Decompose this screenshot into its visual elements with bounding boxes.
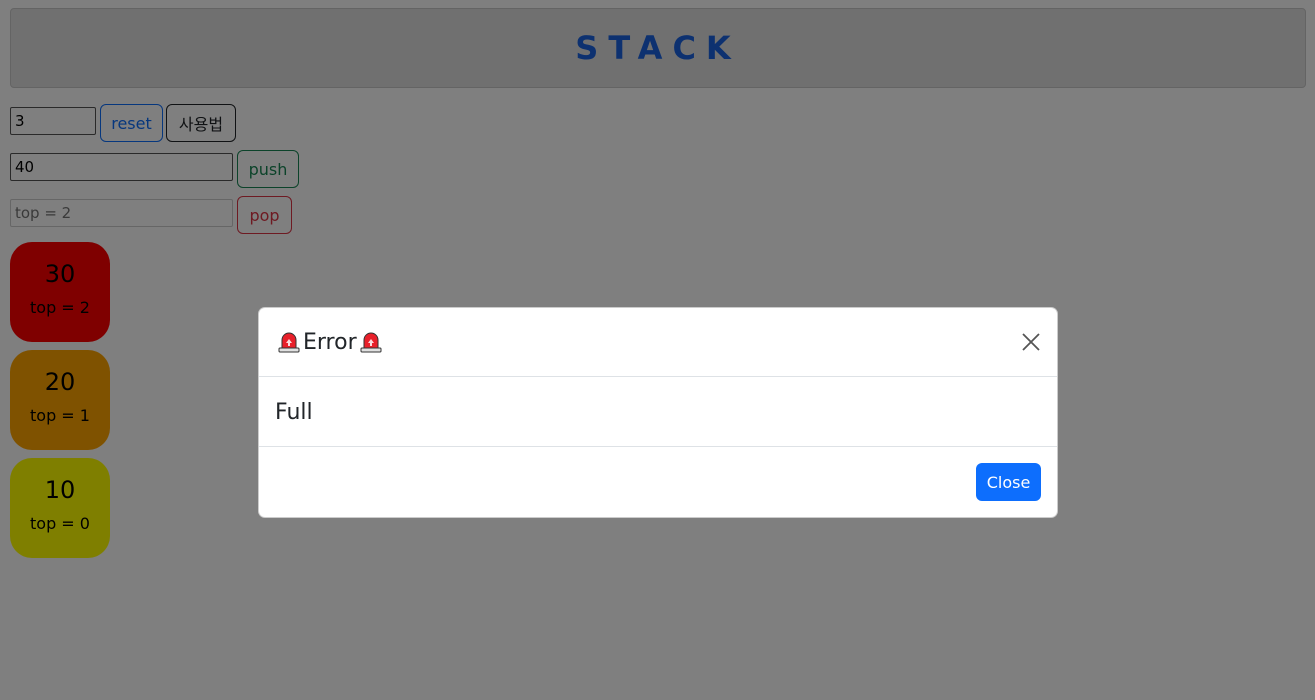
siren-icon — [278, 332, 300, 353]
error-modal: Error Full Close — [258, 307, 1058, 518]
close-button[interactable]: Close — [976, 463, 1041, 501]
modal-footer: Close — [259, 448, 1057, 517]
modal-header: Error — [259, 308, 1057, 377]
modal-title: Error — [275, 330, 385, 355]
siren-icon — [360, 332, 382, 353]
modal-body: Full — [259, 378, 1057, 447]
modal-message: Full — [275, 399, 313, 425]
close-icon[interactable] — [1019, 330, 1043, 354]
modal-title-text: Error — [303, 329, 357, 355]
